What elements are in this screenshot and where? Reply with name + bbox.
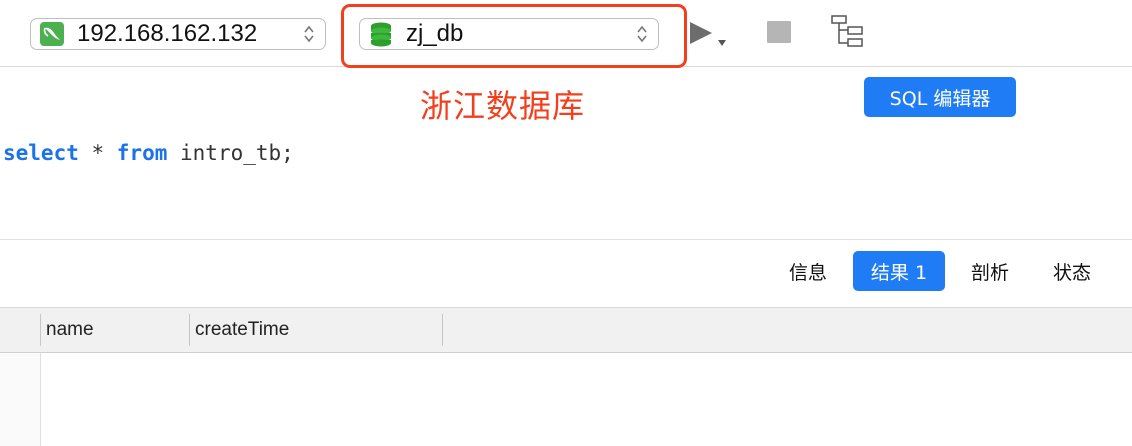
tab-status[interactable]: 状态 [1036,251,1108,291]
result-tabs: 信息 结果 1 剖析 状态 [0,240,1132,308]
column-separator[interactable] [40,314,41,346]
sql-editor[interactable]: select * from intro_tb; [0,137,1132,240]
connection-selector[interactable]: 192.168.162.132 [30,18,326,50]
keyword-from: from [116,141,168,165]
row-gutter [0,353,41,446]
sql-editor-button[interactable]: SQL 编辑器 [864,77,1016,117]
code-line: select * from intro_tb; [3,141,294,165]
explain-tree-icon[interactable] [830,14,868,52]
code-table: intro_tb; [167,141,294,165]
tab-info[interactable]: 信息 [772,251,844,291]
dolphin-icon [39,21,65,47]
column-header-name[interactable]: name [46,308,94,352]
column-header-createtime[interactable]: createTime [195,308,289,352]
column-separator[interactable] [189,314,190,346]
column-separator[interactable] [442,314,443,346]
code-star: * [78,141,117,165]
highlight-frame [341,4,687,68]
connection-value: 192.168.162.132 [77,20,258,47]
stop-icon[interactable] [767,21,791,43]
play-icon[interactable] [688,20,730,50]
result-grid-body [0,353,1132,446]
keyword-select: select [3,141,79,165]
tab-profile[interactable]: 剖析 [955,251,1025,291]
toolbar: 192.168.162.132 zj_db [0,0,1132,68]
annotation-label: 浙江数据库 [420,87,586,125]
tab-result-1[interactable]: 结果 1 [853,251,945,291]
annotation-area: 浙江数据库 SQL 编辑器 [0,67,1132,137]
grid-header: name createTime [0,308,1132,353]
updown-chevron-icon [304,25,314,43]
